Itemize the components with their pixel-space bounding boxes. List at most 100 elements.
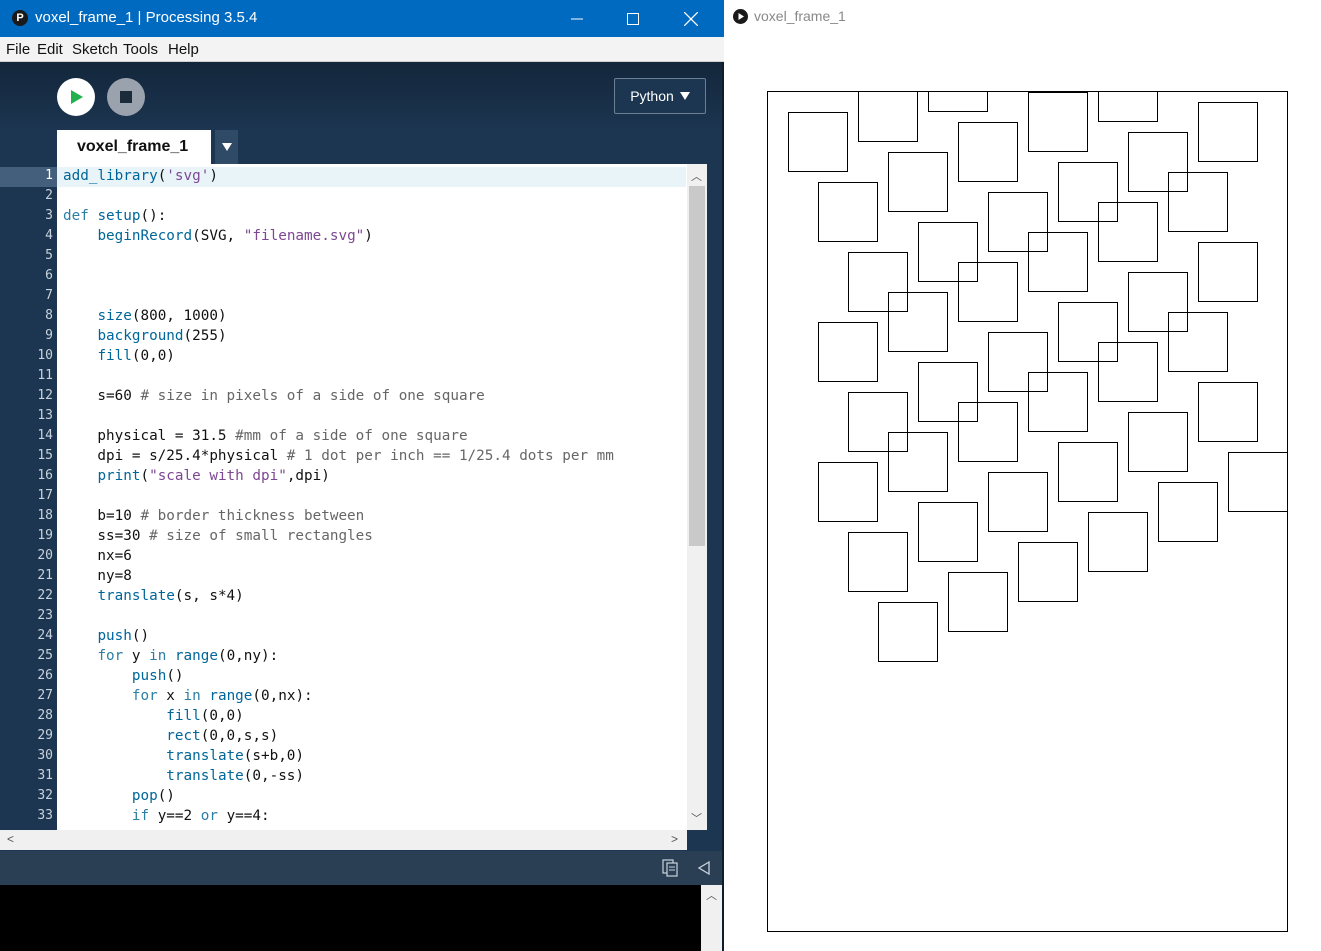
voxel-square [1158,482,1218,542]
voxel-square [1058,302,1118,362]
voxel-square [788,112,848,172]
title-bar: P voxel_frame_1 | Processing 3.5.4 [0,0,724,37]
tab-menu-button[interactable] [215,130,238,164]
sketch-window-title: voxel_frame_1 [754,8,846,24]
menu-help[interactable]: Help [168,41,199,58]
code-line: for y in range(0,ny): [97,648,279,664]
code-line: def setup(): [63,208,167,224]
voxel-square [888,432,948,492]
line-number: 15 [37,448,53,463]
voxel-square [1098,62,1158,122]
line-number: 21 [37,568,53,583]
voxel-square [988,192,1048,252]
code-line: nx=6 [63,548,132,564]
code-line: b=10 # border thickness between [63,508,365,524]
voxel-square [1198,382,1258,442]
code-line: add_library('svg') [63,168,218,184]
code-line: background(255) [97,328,227,344]
voxel-square [1128,132,1188,192]
code-line: s=60 # size in pixels of a side of one s… [63,388,485,404]
voxel-square [1128,272,1188,332]
line-number: 24 [37,628,53,643]
voxel-square [958,402,1018,462]
voxel-square [848,392,908,452]
processing-app-icon: P [12,10,28,26]
copy-icon[interactable] [661,859,679,877]
code-line: translate(s, s*4) [97,588,244,604]
mode-label: Python [630,88,674,104]
processing-run-icon [733,8,748,24]
collapse-arrow-icon[interactable] [697,861,711,875]
voxel-square [1028,92,1088,152]
code-line: beginRecord(SVG, "filename.svg") [97,228,373,244]
run-button[interactable] [57,78,95,116]
stop-button[interactable] [107,78,145,116]
line-number: 4 [45,228,53,243]
play-icon [71,90,83,104]
scroll-left-arrow[interactable]: < [7,832,14,846]
line-number: 3 [45,208,53,223]
line-number: 28 [37,708,53,723]
close-button[interactable] [662,0,720,37]
stop-icon [120,91,132,103]
scroll-down-arrow[interactable]: ﹀ [691,810,702,826]
tab-voxel-frame-1[interactable]: voxel_frame_1 [57,130,211,164]
line-number: 18 [37,508,53,523]
menu-tools[interactable]: Tools [123,41,158,58]
tab-bar: voxel_frame_1 [0,130,722,164]
minimize-icon [571,18,583,19]
line-number: 30 [37,748,53,763]
voxel-square [918,222,978,282]
scroll-right-arrow[interactable]: > [671,832,678,846]
line-number: 25 [37,648,53,663]
voxel-square [988,472,1048,532]
voxel-square [1058,442,1118,502]
maximize-button[interactable] [604,0,662,37]
voxel-square [1088,512,1148,572]
line-number: 27 [37,688,53,703]
console-output[interactable] [0,885,701,951]
code-line: push() [97,628,150,644]
line-number: 9 [45,328,53,343]
toolbar: Python [0,62,722,130]
voxel-square [888,152,948,212]
mode-selector[interactable]: Python [614,78,706,114]
line-number: 1 [45,168,53,183]
menu-bar: File Edit Sketch Tools Help [0,37,724,62]
voxel-square [1168,172,1228,232]
code-line: size(800, 1000) [97,308,227,324]
console-scrollbar[interactable]: ︿ [701,885,722,951]
code-line: translate(s+b,0) [166,748,305,764]
code-line: physical = 31.5 #mm of a side of one squ… [63,428,468,444]
voxel-square [918,502,978,562]
voxel-squares-drawing [788,0,1288,662]
horizontal-scrollbar[interactable]: < > [0,830,687,850]
line-number: 11 [37,368,53,383]
voxel-square [1028,232,1088,292]
console-scroll-up-arrow[interactable]: ︿ [706,887,717,903]
voxel-square [958,262,1018,322]
vertical-scrollbar[interactable]: ︿ ﹀ [687,164,707,830]
scroll-up-arrow[interactable]: ︿ [691,168,702,184]
code-editor[interactable]: 1 2 3 4 5 6 7 8 9 10 11 12 13 14 15 16 17 18 19 20 21 22 23 24 2… [0,164,707,830]
line-number: 10 [37,348,53,363]
voxel-square [848,532,908,592]
vertical-scroll-thumb[interactable] [689,186,705,546]
line-number: 20 [37,548,53,563]
minimize-button[interactable] [548,0,606,37]
voxel-square [818,322,878,382]
voxel-square [888,292,948,352]
menu-sketch[interactable]: Sketch [72,41,118,58]
close-icon [684,11,698,26]
line-number: 32 [37,788,53,803]
voxel-square [1018,542,1078,602]
line-number: 8 [45,308,53,323]
voxel-square [1198,242,1258,302]
voxel-square [1128,412,1188,472]
chevron-down-icon [679,92,690,100]
menu-edit[interactable]: Edit [37,41,63,58]
voxel-square [1198,102,1258,162]
voxel-square [1168,312,1228,372]
menu-file[interactable]: File [6,41,30,58]
chevron-down-icon [221,143,232,151]
